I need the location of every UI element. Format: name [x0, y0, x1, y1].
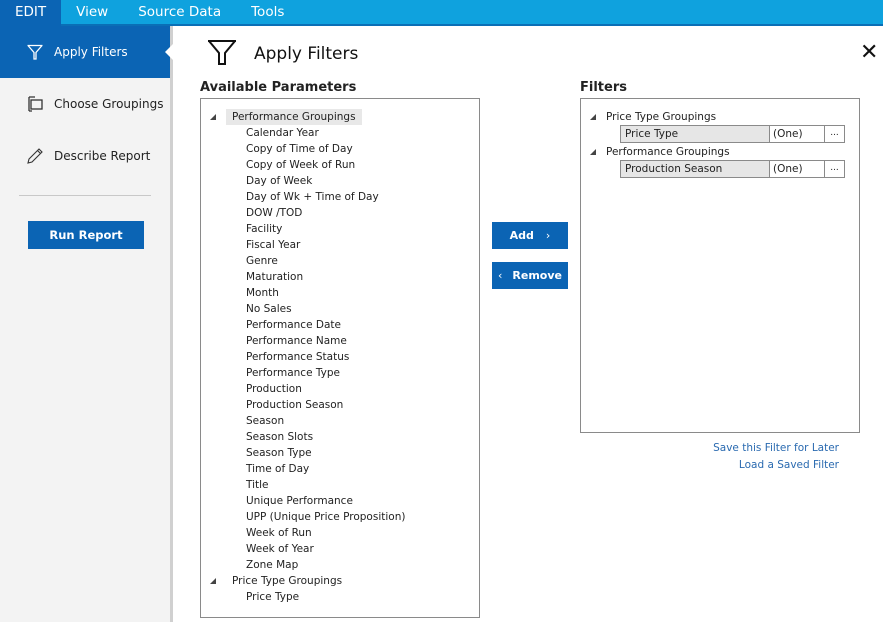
load-filter-link[interactable]: Load a Saved Filter [739, 459, 839, 471]
expand-triangle-icon[interactable] [590, 148, 596, 155]
expand-triangle-icon[interactable] [590, 113, 596, 120]
sidebar-item-label: Describe Report [54, 149, 151, 163]
sidebar-divider [19, 195, 151, 196]
sidebar-item-label: Choose Groupings [54, 97, 164, 111]
tree-item[interactable]: Copy of Week of Run [201, 157, 479, 173]
tree-item[interactable]: Zone Map [201, 557, 479, 573]
available-parameters-list[interactable]: Performance Groupings Calendar Year Copy o… [200, 98, 480, 618]
filter-more-button[interactable]: ... [825, 160, 845, 178]
remove-button[interactable]: ‹ Remove [492, 262, 568, 289]
filter-group[interactable]: Price Type Groupings [581, 108, 859, 125]
chevron-left-icon: ‹ [498, 269, 503, 282]
tree-item[interactable]: Week of Run [201, 525, 479, 541]
tree-item[interactable]: Copy of Time of Day [201, 141, 479, 157]
tree-item[interactable]: Season Slots [201, 429, 479, 445]
tree-item[interactable]: Unique Performance [201, 493, 479, 509]
tree-item[interactable]: Maturation [201, 269, 479, 285]
menu-source-data[interactable]: Source Data [123, 0, 236, 26]
filter-value[interactable]: (One) [770, 125, 825, 143]
main-panel: Apply Filters ✕ Available Parameters Per… [176, 28, 883, 622]
tree-group-label: Price Type Groupings [232, 575, 343, 587]
tree-item[interactable]: Time of Day [201, 461, 479, 477]
filter-row: Price Type (One) ... [620, 125, 859, 143]
tree-group-label: Performance Groupings [226, 109, 362, 125]
sidebar: Apply Filters Choose Groupings Describe … [0, 26, 173, 622]
filters-list: Price Type Groupings Price Type (One) ..… [580, 98, 860, 433]
tree-item[interactable]: Day of Week [201, 173, 479, 189]
expand-triangle-icon[interactable] [210, 578, 216, 584]
tree-item[interactable]: Facility [201, 221, 479, 237]
tree-item[interactable]: Month [201, 285, 479, 301]
title-row: Apply Filters [206, 38, 358, 70]
tree-item[interactable]: Performance Status [201, 349, 479, 365]
parameters-tree: Performance Groupings Calendar Year Copy o… [201, 99, 479, 605]
tree-item[interactable]: UPP (Unique Price Proposition) [201, 509, 479, 525]
filter-group[interactable]: Performance Groupings [581, 143, 859, 160]
tree-item[interactable]: Calendar Year [201, 125, 479, 141]
tree-item[interactable]: Genre [201, 253, 479, 269]
filter-icon [24, 41, 46, 63]
filter-value[interactable]: (One) [770, 160, 825, 178]
pencil-icon [24, 145, 46, 167]
tree-item[interactable]: No Sales [201, 301, 479, 317]
menu-tools[interactable]: Tools [236, 0, 299, 26]
filter-icon [206, 38, 238, 70]
groupings-icon [24, 93, 46, 115]
tree-item[interactable]: Week of Year [201, 541, 479, 557]
filter-row: Production Season (One) ... [620, 160, 859, 178]
add-button[interactable]: Add › [492, 222, 568, 249]
tree-item[interactable]: DOW /TOD [201, 205, 479, 221]
save-filter-link[interactable]: Save this Filter for Later [713, 442, 839, 454]
tree-item[interactable]: Performance Type [201, 365, 479, 381]
tree-item[interactable]: Production Season [201, 397, 479, 413]
remove-button-label: Remove [512, 269, 562, 282]
available-parameters-label: Available Parameters [200, 80, 357, 95]
tree-item[interactable]: Season [201, 413, 479, 429]
chevron-right-icon: › [545, 229, 551, 242]
tree-group[interactable]: Price Type Groupings [201, 573, 479, 589]
sidebar-item-apply-filters[interactable]: Apply Filters [0, 26, 173, 78]
expand-triangle-icon[interactable] [210, 114, 216, 120]
menu-edit[interactable]: EDIT [0, 0, 62, 26]
menu-bar: EDIT View Source Data Tools [0, 0, 883, 26]
tree-group[interactable]: Performance Groupings [201, 109, 479, 125]
menu-view[interactable]: View [61, 0, 123, 26]
sidebar-item-choose-groupings[interactable]: Choose Groupings [0, 78, 170, 130]
filter-name[interactable]: Price Type [620, 125, 770, 143]
run-report-button[interactable]: Run Report [28, 221, 144, 249]
filter-more-button[interactable]: ... [825, 125, 845, 143]
filter-group-label: Price Type Groupings [606, 110, 717, 123]
close-button[interactable]: ✕ [860, 40, 878, 65]
filters-label: Filters [580, 80, 627, 95]
tree-item[interactable]: Fiscal Year [201, 237, 479, 253]
add-button-label: Add [509, 229, 534, 242]
tree-item[interactable]: Price Type [201, 589, 479, 605]
sidebar-item-describe-report[interactable]: Describe Report [0, 130, 170, 182]
sidebar-item-label: Apply Filters [54, 45, 128, 59]
tree-item[interactable]: Performance Date [201, 317, 479, 333]
tree-item[interactable]: Production [201, 381, 479, 397]
tree-item[interactable]: Performance Name [201, 333, 479, 349]
page-title: Apply Filters [254, 44, 359, 64]
tree-item[interactable]: Day of Wk + Time of Day [201, 189, 479, 205]
tree-item[interactable]: Season Type [201, 445, 479, 461]
filter-group-label: Performance Groupings [606, 145, 730, 158]
filter-name[interactable]: Production Season [620, 160, 770, 178]
tree-item[interactable]: Title [201, 477, 479, 493]
